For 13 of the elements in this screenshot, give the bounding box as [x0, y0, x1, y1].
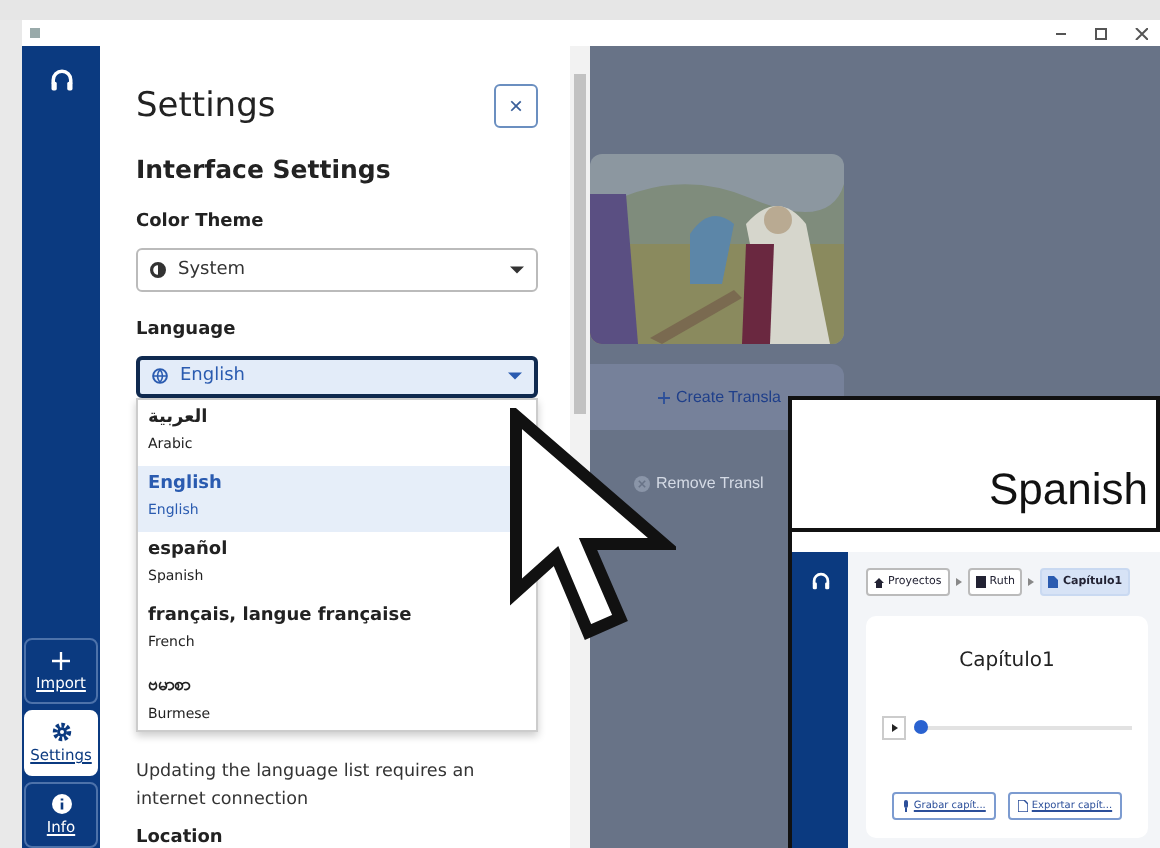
section-heading: Interface Settings: [136, 154, 393, 184]
help-text: Updating the language list requires an internet connection: [136, 760, 477, 814]
language-name: ဗမာစာ: [148, 674, 193, 699]
field-label: Language: [136, 319, 238, 340]
chapter-title: Capítulo1: [959, 650, 1055, 672]
language-name: français, langue française: [148, 606, 414, 627]
language-name: العربية: [148, 408, 210, 429]
field-label: Color Theme: [136, 212, 266, 232]
language-name: English: [148, 474, 224, 495]
callout-label: Spanish: [988, 464, 1148, 516]
language-name: español: [148, 540, 230, 561]
panel-title: Settings: [136, 86, 276, 126]
field-label: Location: [136, 828, 225, 848]
